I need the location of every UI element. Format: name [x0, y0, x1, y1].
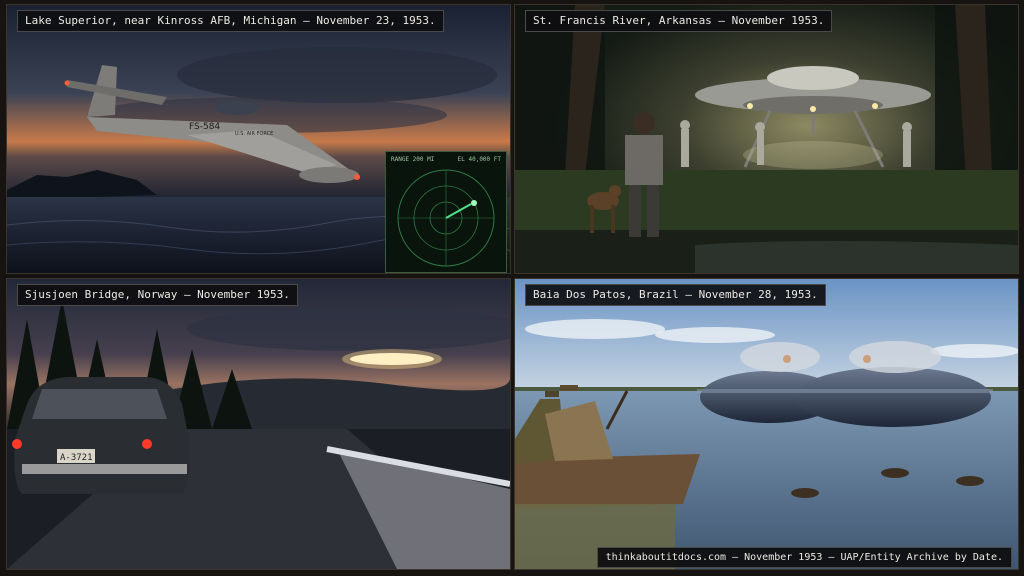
- panel-caption: Lake Superior, near Kinross AFB, Michiga…: [17, 10, 444, 32]
- st-francis-scene: [515, 5, 1018, 273]
- panel-sjusjoen-bridge: A-3721 Sjusjoen Bridge, Norway — Novembe…: [6, 278, 511, 570]
- panel-baia-dos-patos: Baia Dos Patos, Brazil — November 28, 19…: [514, 278, 1019, 570]
- panel-st-francis-river: St. Francis River, Arkansas — November 1…: [514, 4, 1019, 274]
- radar-range-label: RANGE 200 MI: [391, 156, 435, 163]
- jet-tail-code: FS-584: [189, 122, 220, 132]
- radar-elevation-label: EL 40,000 FT: [457, 156, 501, 163]
- sjusjoen-scene: A-3721: [7, 279, 510, 569]
- radar-scope: [397, 169, 495, 267]
- panel-caption: St. Francis River, Arkansas — November 1…: [525, 10, 833, 32]
- radar-display: RANGE 200 MI EL 40,000 FT: [385, 151, 507, 273]
- car-plate: A-3721: [60, 453, 93, 463]
- vintage-car: [12, 377, 190, 494]
- jet-marking: U.S. AIR FORCE: [235, 131, 273, 137]
- panel-caption: Sjusjoen Bridge, Norway — November 1953.: [17, 284, 298, 306]
- panel-lake-superior: FS-584 U.S. AIR FORCE Lake Superior, nea…: [6, 4, 511, 274]
- ufo-glowing: [342, 349, 442, 369]
- footer-credit: thinkaboutitdocs.com — November 1953 — U…: [596, 547, 1012, 568]
- panel-caption: Baia Dos Patos, Brazil — November 28, 19…: [525, 284, 826, 306]
- baia-dos-patos-scene: [515, 279, 1018, 569]
